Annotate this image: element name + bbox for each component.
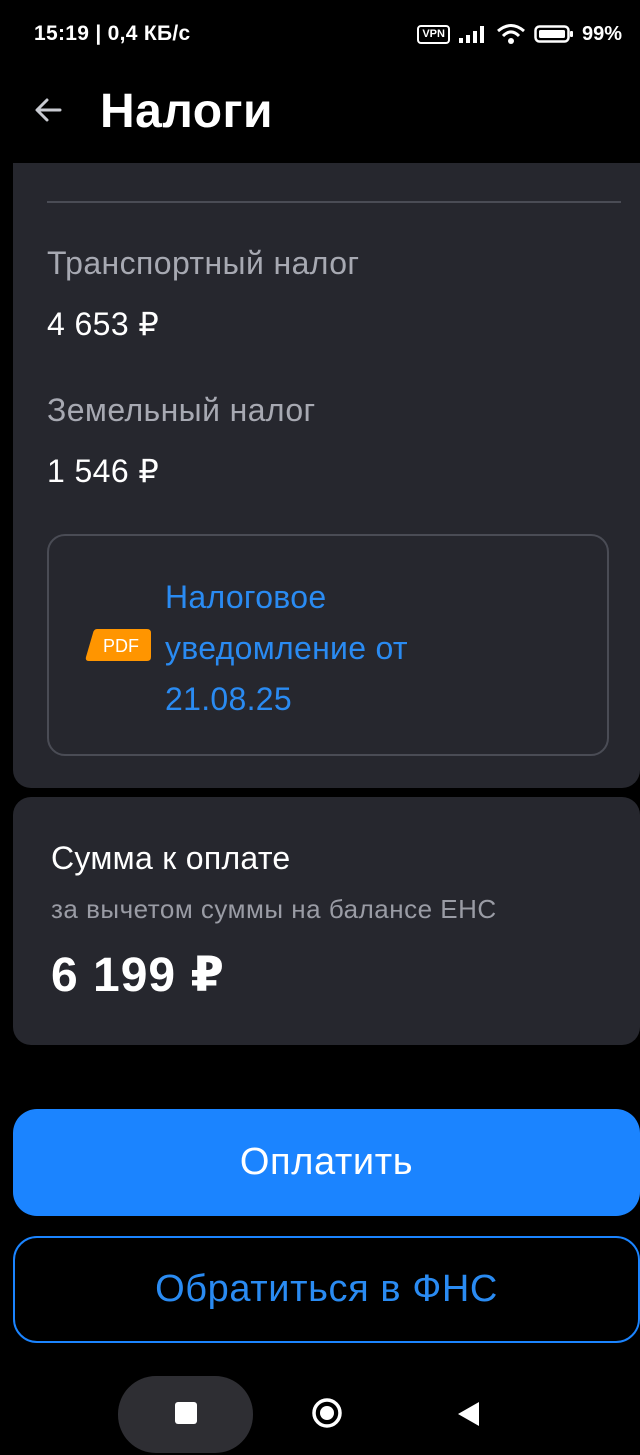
nav-back-icon[interactable] bbox=[455, 1400, 481, 1428]
home-icon[interactable] bbox=[311, 1397, 343, 1429]
tax-name-land: Земельный налог bbox=[47, 392, 316, 428]
battery-percent: 99% bbox=[581, 22, 622, 45]
tax-notice-line2: уведомление от bbox=[165, 630, 408, 666]
status-bar: 15:19 | 0,4 КБ/с VPN 99% bbox=[0, 0, 640, 70]
pdf-badge-text: PDF bbox=[103, 636, 139, 656]
tax-name-transport: Транспортный налог bbox=[47, 245, 360, 281]
pdf-icon: PDF bbox=[85, 629, 151, 661]
tax-notice-document[interactable]: PDF Налоговое уведомление от 21.08.25 bbox=[47, 534, 609, 756]
battery-icon bbox=[534, 25, 573, 43]
contact-fns-button[interactable]: Обратиться в ФНС bbox=[13, 1236, 640, 1343]
taxes-card: Транспортный налог 4 653 ₽ Земельный нал… bbox=[13, 163, 640, 788]
summary-total: 6 199 ₽ bbox=[51, 949, 225, 1002]
divider bbox=[47, 201, 621, 203]
wifi-icon bbox=[497, 24, 525, 44]
tax-notice-line3: 21.08.25 bbox=[165, 681, 292, 717]
status-icons: VPN 99% bbox=[417, 20, 622, 48]
pay-button[interactable]: Оплатить bbox=[13, 1109, 640, 1216]
vpn-icon: VPN bbox=[417, 24, 450, 44]
page-title: Налоги bbox=[100, 85, 274, 138]
summary-sublabel: за вычетом суммы на балансе ЕНС bbox=[51, 894, 497, 924]
payment-summary-card: Сумма к оплате за вычетом суммы на балан… bbox=[13, 797, 640, 1045]
back-arrow-icon[interactable] bbox=[30, 92, 66, 128]
tax-notice-link[interactable]: Налоговое уведомление от 21.08.25 bbox=[165, 572, 485, 725]
tax-amount-land: 1 546 ₽ bbox=[47, 453, 160, 489]
recents-icon[interactable] bbox=[175, 1402, 197, 1424]
tax-amount-transport: 4 653 ₽ bbox=[47, 306, 160, 342]
tax-notice-line1: Налоговое bbox=[165, 579, 327, 615]
status-time-speed: 15:19 | 0,4 КБ/с bbox=[34, 22, 191, 45]
app-bar: Налоги bbox=[0, 70, 640, 163]
signal-icon bbox=[458, 26, 484, 43]
summary-label: Сумма к оплате bbox=[51, 840, 291, 876]
